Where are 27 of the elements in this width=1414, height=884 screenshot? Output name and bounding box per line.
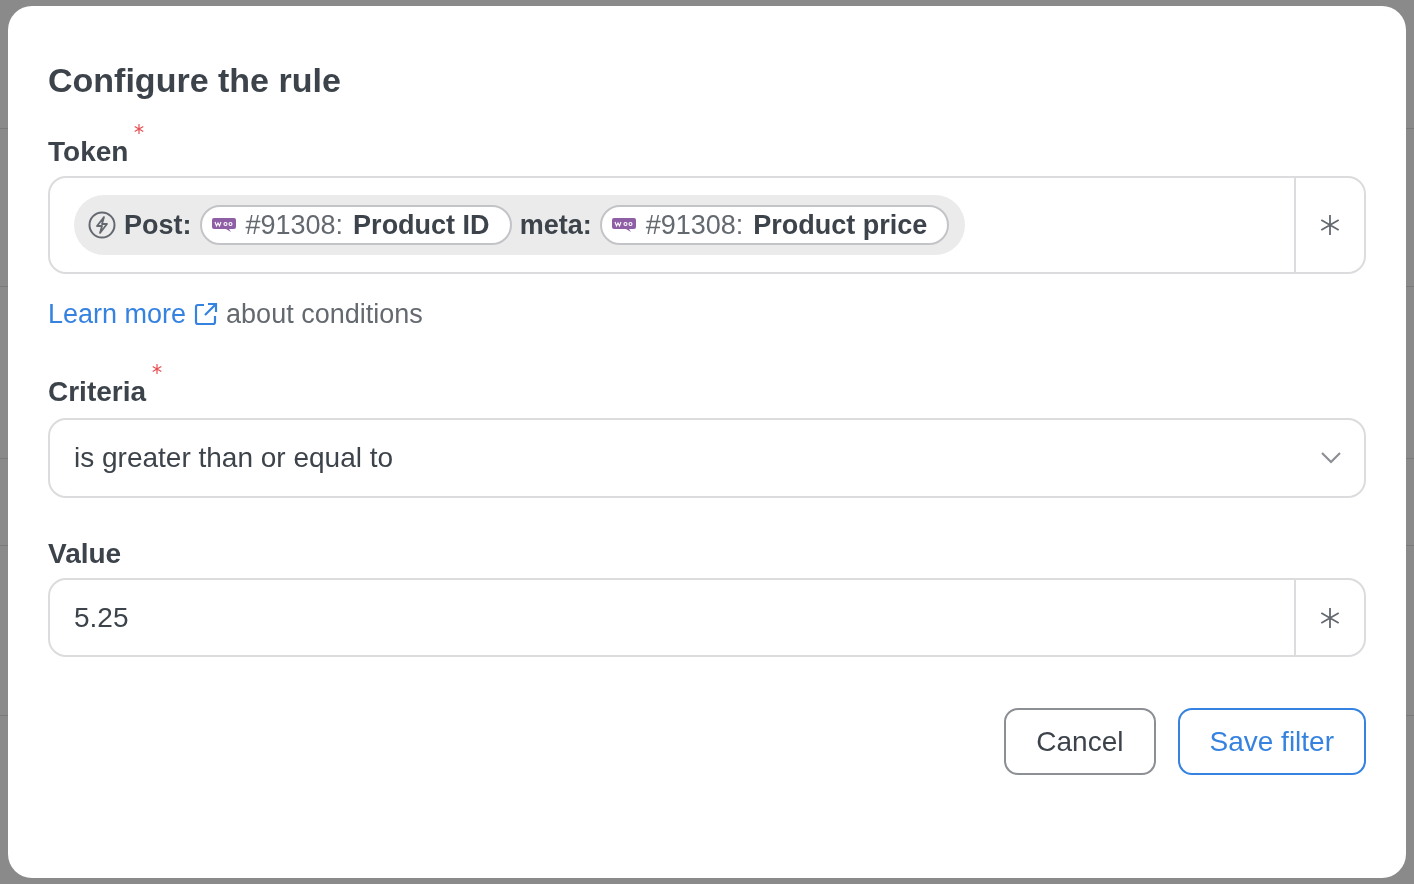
token-field[interactable]: Post: #91308: Product ID meta: #91308: Product price [48, 176, 1366, 274]
chevron-down-icon [1320, 451, 1342, 465]
token-pill[interactable]: #91308: Product price [599, 205, 950, 245]
field-label: Token [48, 135, 129, 169]
cancel-button[interactable]: Cancel [1004, 708, 1156, 775]
dialog-title: Configure the rule [48, 60, 341, 101]
field-label: Criteria [48, 375, 147, 409]
speech-bubble-icon [611, 218, 636, 232]
learn-more-link[interactable]: Learn more [48, 293, 219, 335]
token-name: Product price [753, 208, 928, 242]
speech-bubble-icon [211, 218, 236, 232]
criteria-select[interactable]: is greater than or equal to [48, 418, 1366, 498]
save-button[interactable]: Save filter [1177, 708, 1366, 775]
select-value: is greater than or equal to [74, 441, 395, 475]
token-pill[interactable]: #91308: Product ID [199, 205, 512, 245]
token-text: meta: [519, 208, 592, 242]
token-id: #91308: [645, 208, 744, 242]
asterisk-icon [1320, 607, 1340, 628]
external-link-icon [194, 302, 219, 326]
field-label: Value [48, 537, 122, 571]
asterisk-icon [1320, 215, 1340, 235]
token-name: Product ID [353, 208, 490, 242]
token-chip[interactable]: Post: #91308: Product ID meta: #91308: Product price [74, 195, 966, 255]
help-text: about conditions [226, 297, 423, 331]
token-prefix: Post: [124, 208, 192, 242]
lightning-icon [88, 211, 116, 239]
token-id: #91308: [245, 208, 344, 242]
